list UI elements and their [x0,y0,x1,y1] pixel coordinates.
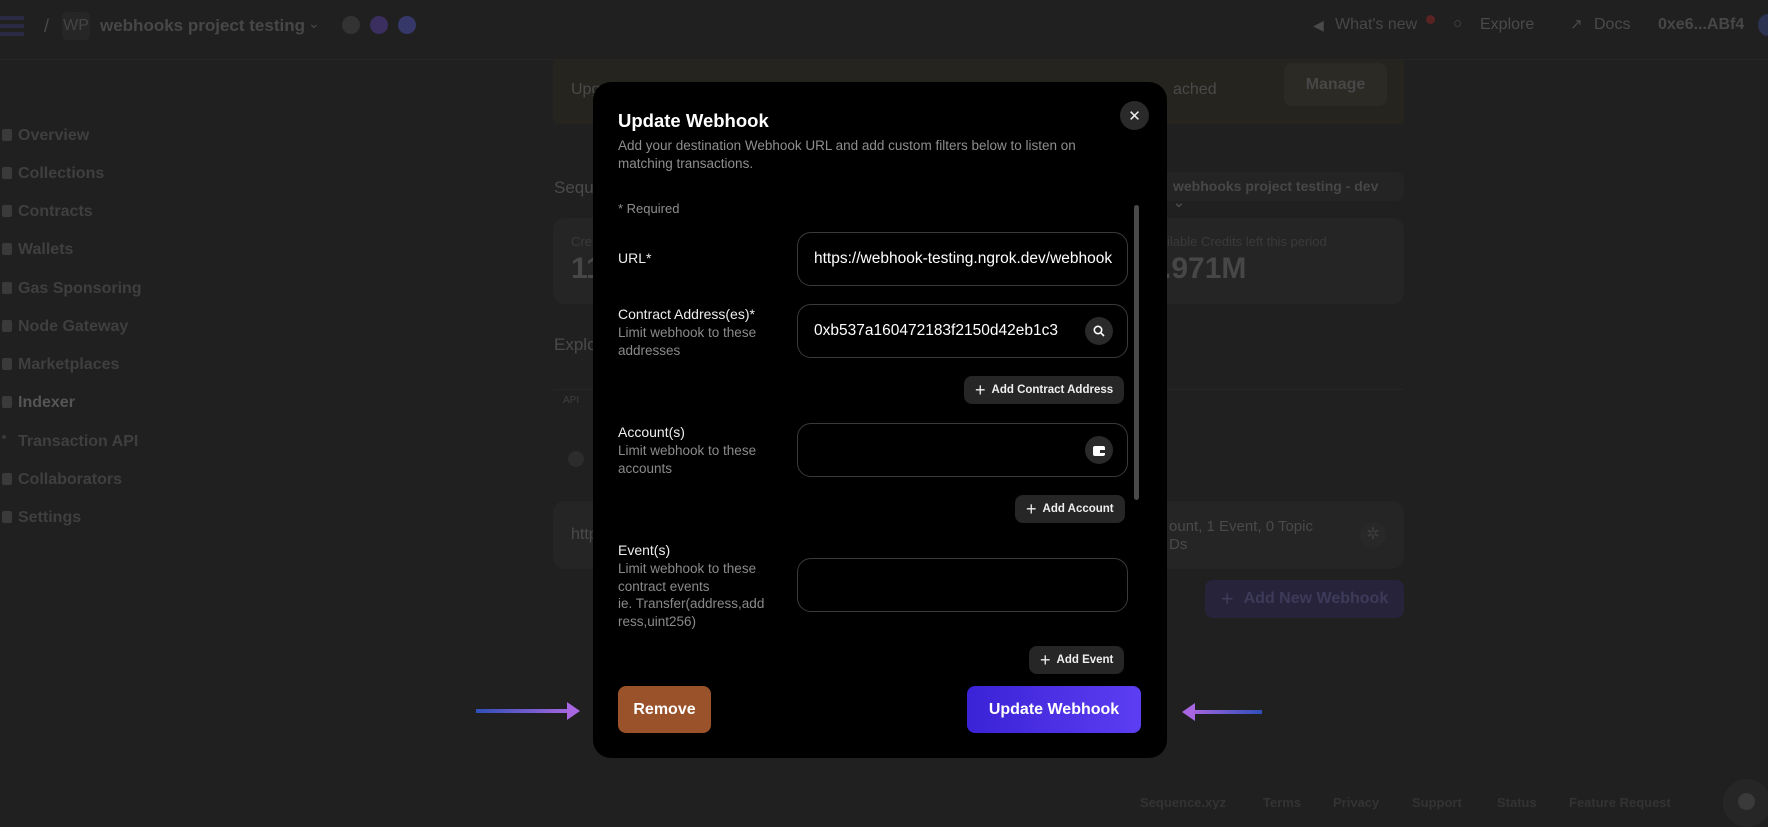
arrow-left-icon [1182,703,1262,721]
form-scroll-area: * Required URL* https://webhook-testing.… [593,192,1167,674]
events-input[interactable] [797,558,1128,612]
arrow-right-icon [476,702,580,720]
add-contract-address-button[interactable]: + Add Contract Address [964,376,1125,404]
update-webhook-button[interactable]: Update Webhook [967,686,1141,733]
plus-icon: + [975,380,986,400]
accounts-hint: Limit webhook to these accounts [618,443,757,476]
contract-address-hint: Limit webhook to these addresses [618,325,757,358]
search-icon [1093,325,1105,337]
plus-icon: + [1026,499,1037,519]
url-label: URL* [618,250,652,266]
remove-button[interactable]: Remove [618,686,711,733]
dialog-title: Update Webhook [618,110,769,131]
accounts-label: Account(s) [618,424,685,440]
plus-icon: + [1040,650,1051,670]
dialog-description: Add your destination Webhook URL and add… [618,138,1076,171]
required-note: * Required [618,201,680,216]
events-hint: Limit webhook to these contract events [618,561,757,594]
events-label: Event(s) [618,542,671,558]
search-contract-button[interactable] [1085,317,1113,345]
accounts-input[interactable] [797,423,1128,477]
update-webhook-dialog: Update Webhook Add your destination Webh… [593,82,1167,758]
close-icon: ✕ [1128,107,1141,125]
wallet-icon [1093,445,1105,456]
close-button[interactable]: ✕ [1120,101,1149,130]
contract-address-input[interactable]: 0xb537a160472183f2150d42eb1c3 [797,304,1128,358]
url-input[interactable]: https://webhook-testing.ngrok.dev/webhoo… [797,232,1128,286]
add-account-button[interactable]: + Add Account [1015,495,1125,523]
scrollbar[interactable] [1134,205,1139,500]
contract-address-label: Contract Address(es)* [618,306,755,322]
add-event-button[interactable]: + Add Event [1029,646,1125,674]
select-wallet-button[interactable] [1085,436,1113,464]
events-example: ie. Transfer(address,address,uint256) [618,596,765,629]
